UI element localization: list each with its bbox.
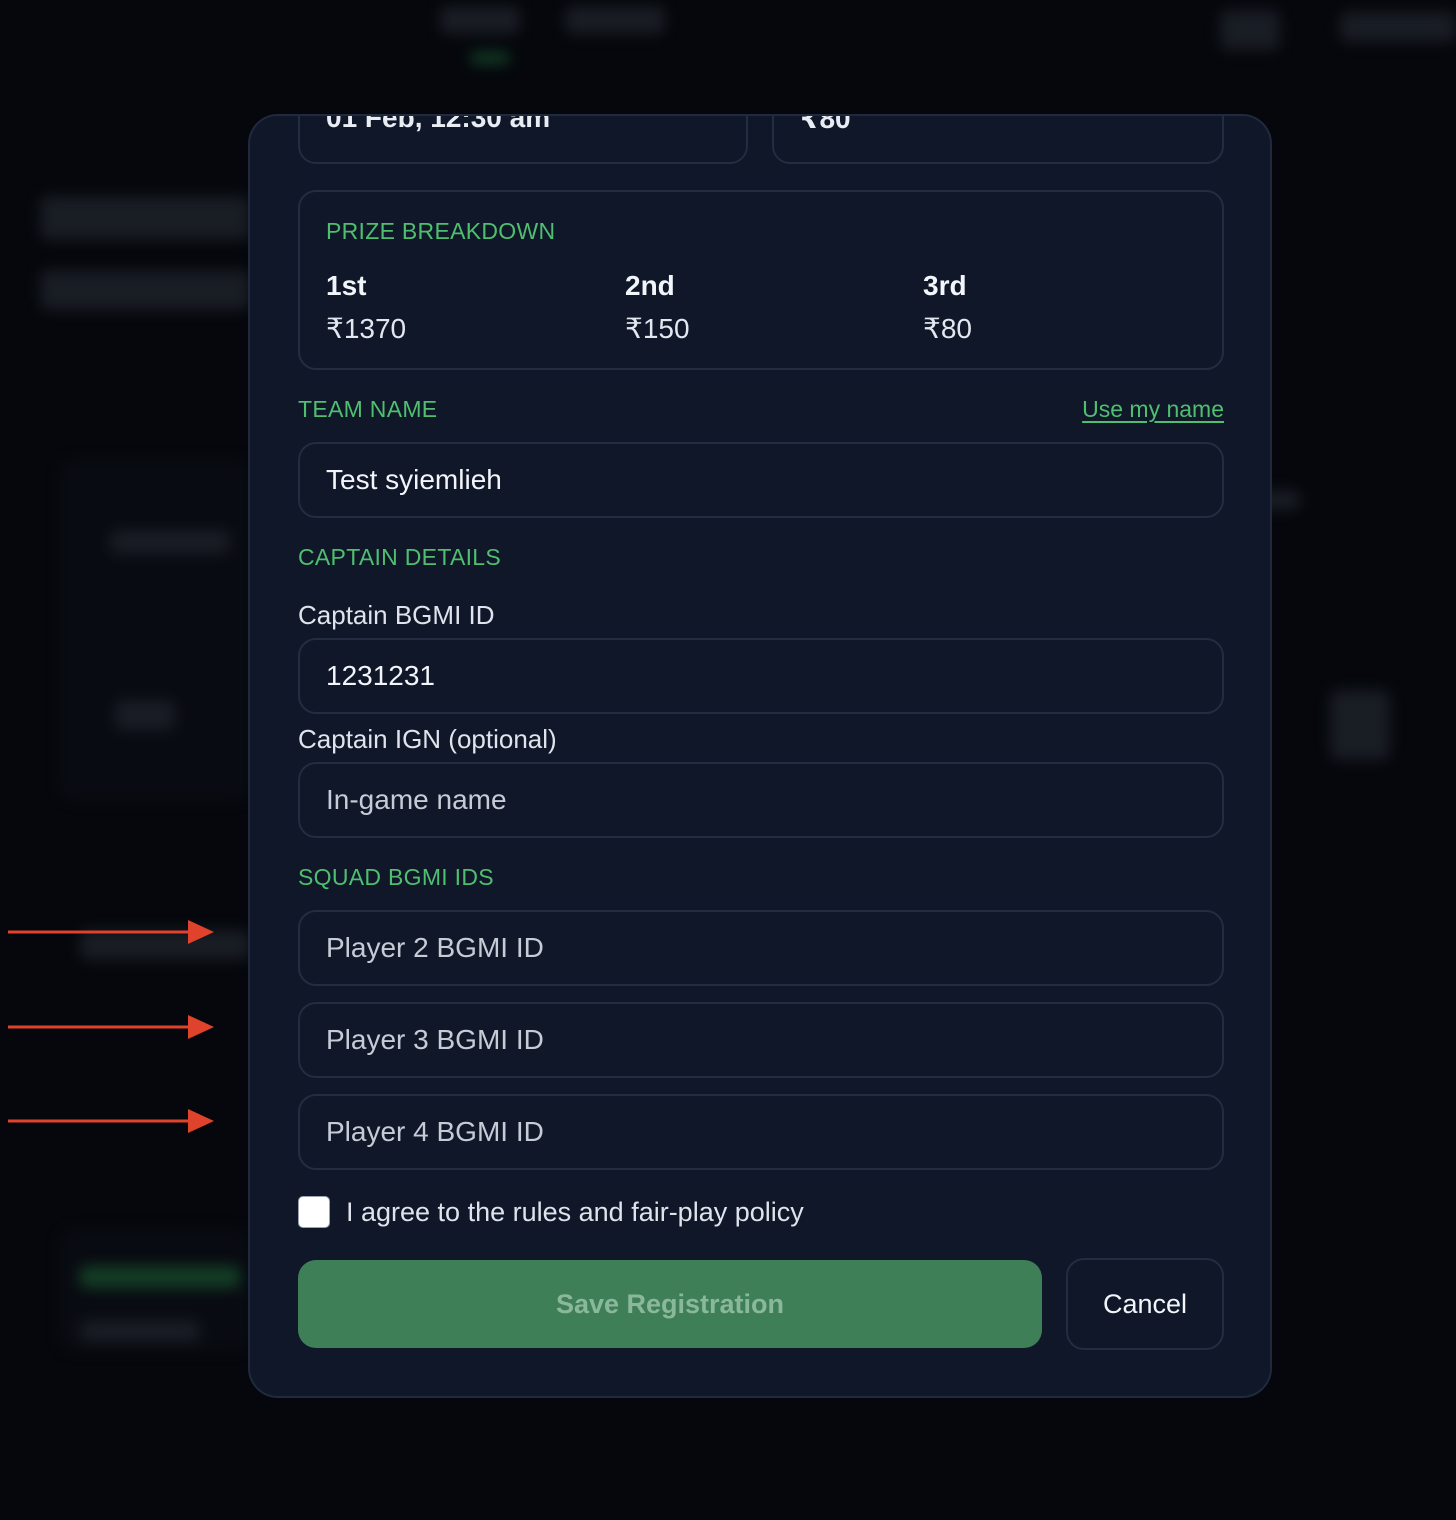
captain-ign-label: Captain IGN (optional): [298, 724, 557, 754]
squad-bgmi-ids-label: SQUAD BGMI IDS: [298, 864, 494, 890]
agreement-row: I agree to the rules and fair-play polic…: [298, 1196, 804, 1228]
prize-amount: ₹80: [923, 313, 972, 344]
captain-ign-input[interactable]: [298, 762, 1224, 838]
prize-place-label: 1st: [326, 270, 367, 301]
entry-fee-field: ₹80: [772, 114, 1224, 164]
prize-third: 3rd ₹80: [923, 270, 972, 345]
captain-details-label: CAPTAIN DETAILS: [298, 544, 502, 570]
player-3-bgmi-id-input[interactable]: [298, 1002, 1224, 1078]
team-name-label: TEAM NAME: [298, 396, 438, 422]
prize-amount: ₹150: [625, 313, 690, 344]
agree-checkbox[interactable]: [298, 1196, 330, 1228]
entry-fee-value: ₹80: [800, 114, 851, 134]
captain-bgmi-id-label: Captain BGMI ID: [298, 600, 495, 630]
prize-place-label: 2nd: [625, 270, 675, 301]
captain-bgmi-id-input[interactable]: [298, 638, 1224, 714]
use-my-name-link[interactable]: Use my name: [1082, 396, 1224, 423]
agree-label: I agree to the rules and fair-play polic…: [346, 1196, 804, 1227]
annotation-arrow-icon: [8, 1015, 214, 1039]
prize-amount: ₹1370: [326, 313, 407, 344]
match-time-value: 01 Feb, 12:30 am: [326, 114, 551, 133]
player-2-bgmi-id-input[interactable]: [298, 910, 1224, 986]
save-registration-button[interactable]: Save Registration: [298, 1260, 1042, 1348]
prize-breakdown-label: PRIZE BREAKDOWN: [326, 218, 556, 244]
registration-modal: 01 Feb, 12:30 am ₹80 PRIZE BREAKDOWN 1st…: [248, 114, 1272, 1398]
match-time-field: 01 Feb, 12:30 am: [298, 114, 748, 164]
team-name-input[interactable]: [298, 442, 1224, 518]
prize-breakdown-card: PRIZE BREAKDOWN 1st ₹1370 2nd ₹150 3rd ₹…: [298, 190, 1224, 370]
player-4-bgmi-id-input[interactable]: [298, 1094, 1224, 1170]
prize-place-label: 3rd: [923, 270, 967, 301]
annotation-arrow-icon: [8, 1109, 214, 1133]
prize-first: 1st ₹1370: [326, 270, 406, 345]
cancel-button[interactable]: Cancel: [1066, 1258, 1224, 1350]
prize-second: 2nd ₹150: [625, 270, 690, 345]
annotation-arrow-icon: [8, 920, 214, 944]
